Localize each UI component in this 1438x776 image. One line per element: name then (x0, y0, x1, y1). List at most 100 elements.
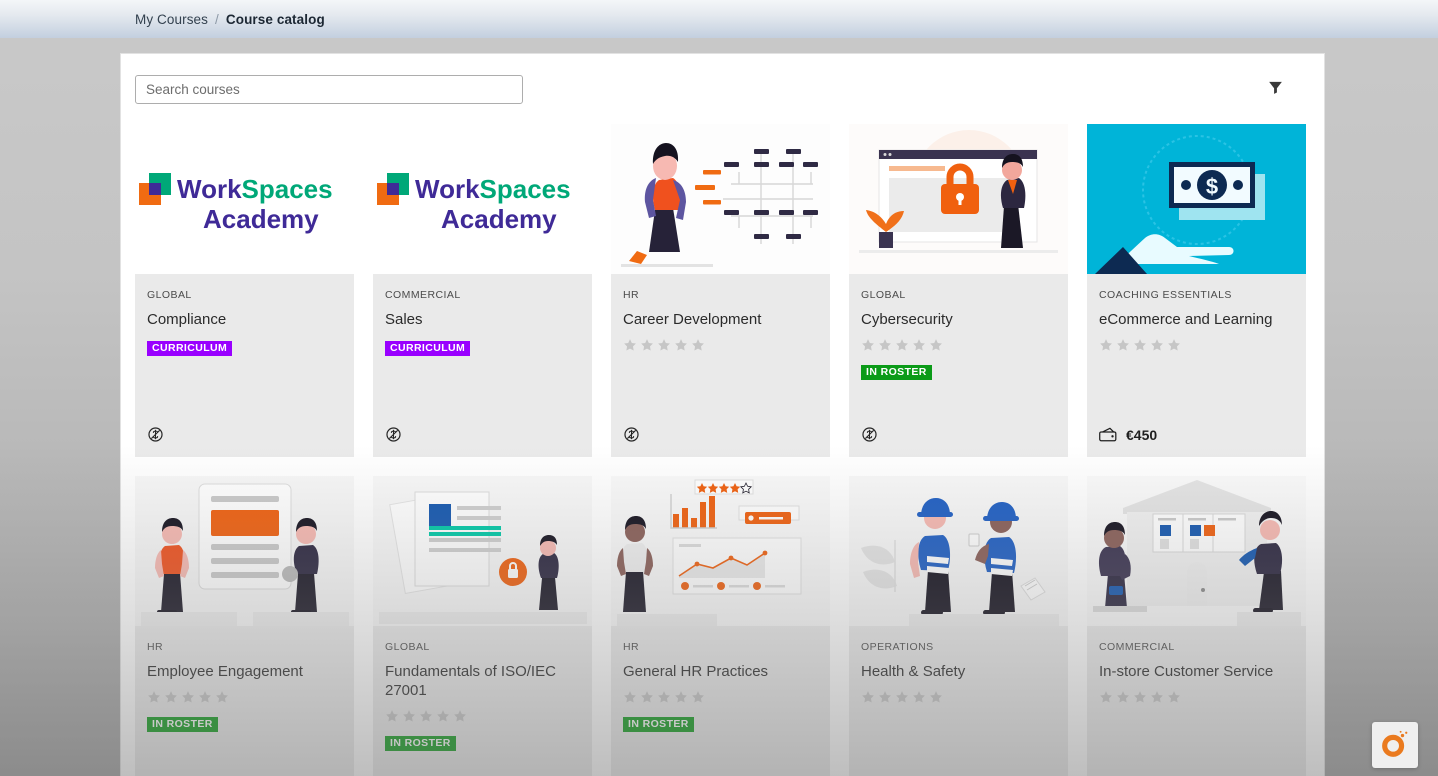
course-price: €450 (1126, 426, 1158, 443)
rating-star-icon (641, 690, 653, 703)
course-title: Sales (385, 311, 423, 328)
free-no-charge-icon (148, 427, 163, 442)
course-card[interactable]: WorkSpaces Academy GLOBAL Compliance CURRI… (135, 124, 354, 457)
course-card[interactable]: GLOBAL Fundamentals of ISO/IEC 27001 IN RO… (373, 476, 592, 776)
breadcrumb-bar: My Courses / Course catalog (0, 0, 1438, 38)
rating-star-icon (199, 690, 211, 703)
rating-star-icon (930, 690, 942, 703)
course-card-footer: €450 (1099, 426, 1157, 443)
rating-star-icon (862, 338, 874, 351)
rating-star-icon (624, 338, 636, 351)
status-badge: IN ROSTER (147, 716, 218, 733)
svg-text:Academy: Academy (441, 204, 557, 234)
rating-star-icon (1168, 338, 1180, 351)
course-card-footer (385, 426, 402, 443)
rating-star-icon (1151, 338, 1163, 351)
course-title: In-store Customer Service (1099, 663, 1274, 680)
course-rating[interactable] (147, 690, 342, 705)
svg-text:WorkSpaces: WorkSpaces (177, 174, 333, 204)
course-card[interactable]: $ COACHING ESSENTIALS eCommerce and Learn… (1087, 124, 1306, 457)
status-badge: CURRICULUM (147, 340, 233, 357)
rating-star-icon (879, 690, 891, 703)
course-card[interactable]: HR General HR Practices IN ROSTER (611, 476, 830, 776)
course-card-body: HR General HR Practices IN ROSTER (611, 626, 830, 776)
status-badge: CURRICULUM (385, 340, 471, 357)
course-category: HR (623, 641, 640, 653)
course-rating[interactable] (861, 690, 1056, 705)
course-rating[interactable] (1099, 690, 1294, 705)
course-rating[interactable] (1099, 338, 1294, 353)
course-card-body: GLOBAL Fundamentals of ISO/IEC 27001 IN RO… (373, 626, 592, 776)
status-badge: IN ROSTER (623, 716, 694, 733)
course-card-footer (623, 426, 640, 443)
course-category: GLOBAL (385, 641, 430, 653)
rating-star-icon (675, 690, 687, 703)
search-input[interactable] (135, 74, 523, 104)
rating-star-icon (896, 690, 908, 703)
rating-star-icon (1100, 690, 1112, 703)
rating-star-icon (1134, 338, 1146, 351)
course-category: OPERATIONS (861, 641, 934, 653)
breadcrumb-current: Course catalog (225, 11, 325, 27)
rating-star-icon (675, 338, 687, 351)
assistant-widget[interactable] (1372, 722, 1418, 768)
rating-star-icon (1100, 338, 1112, 351)
documents-padlock-illustration (373, 476, 592, 626)
rating-star-icon (896, 338, 908, 351)
rating-star-icon (1134, 690, 1146, 703)
rating-star-icon (1117, 338, 1129, 351)
course-card-footer (147, 426, 164, 443)
course-card-body: HR Career Development (611, 274, 830, 457)
rating-star-icon (148, 690, 160, 703)
course-rating[interactable] (623, 338, 818, 353)
course-card-body: COACHING ESSENTIALS eCommerce and Learnin… (1087, 274, 1306, 457)
course-card[interactable]: HR Career Development (611, 124, 830, 457)
rating-star-icon (913, 338, 925, 351)
course-title: Fundamentals of ISO/IEC 27001 (385, 663, 556, 699)
filter-button[interactable] (1260, 74, 1290, 104)
wallet-cash-icon (1099, 427, 1117, 442)
course-rating[interactable] (861, 338, 1056, 353)
assistant-orb-icon (1380, 728, 1410, 763)
course-card[interactable]: HR Employee Engagement IN ROSTER (135, 476, 354, 776)
course-title: eCommerce and Learning (1099, 311, 1273, 328)
course-rating[interactable] (385, 709, 580, 724)
course-card[interactable]: GLOBAL Cybersecurity IN ROSTER (849, 124, 1068, 457)
course-title: Health & Safety (861, 663, 966, 680)
course-card[interactable]: OPERATIONS Health & Safety (849, 476, 1068, 776)
svg-text:WorkSpaces: WorkSpaces (415, 174, 571, 204)
course-card[interactable]: WorkSpaces Academy COMMERCIAL Sales CURRIC… (373, 124, 592, 457)
course-category: GLOBAL (861, 289, 906, 301)
rating-star-icon (930, 338, 942, 351)
rating-star-icon (165, 690, 177, 703)
svg-text:Academy: Academy (203, 204, 319, 234)
analytics-dashboard-illustration (611, 476, 830, 626)
course-category: HR (623, 289, 640, 301)
free-no-charge-icon (386, 427, 401, 442)
rating-star-icon (692, 690, 704, 703)
status-badge: IN ROSTER (861, 364, 932, 381)
course-title: Career Development (623, 311, 762, 328)
kanban-board-people-illustration (1087, 476, 1306, 626)
course-card-body: HR Employee Engagement IN ROSTER (135, 626, 354, 776)
rating-star-icon (182, 690, 194, 703)
course-category: GLOBAL (147, 289, 192, 301)
course-card-body: COMMERCIAL In-store Customer Service (1087, 626, 1306, 776)
rating-star-icon (1151, 690, 1163, 703)
breadcrumb-parent[interactable]: My Courses (135, 12, 208, 27)
course-catalog-panel: WorkSpaces Academy GLOBAL Compliance CURRI… (120, 53, 1325, 776)
rating-star-icon (420, 709, 432, 722)
course-card-body: GLOBAL Cybersecurity IN ROSTER (849, 274, 1068, 457)
rating-star-icon (386, 709, 398, 722)
course-card[interactable]: COMMERCIAL In-store Customer Service (1087, 476, 1306, 776)
course-rating[interactable] (623, 690, 818, 705)
breadcrumb-separator: / (215, 11, 219, 27)
course-card-footer (861, 426, 878, 443)
rating-star-icon (862, 690, 874, 703)
course-grid: WorkSpaces Academy GLOBAL Compliance CURRI… (135, 124, 1310, 776)
rating-star-icon (641, 338, 653, 351)
catalog-toolbar (135, 74, 1310, 104)
rating-star-icon (624, 690, 636, 703)
hand-holding-money-illustration: $ (1087, 124, 1306, 274)
workspaces-academy-logo: WorkSpaces Academy (135, 124, 354, 274)
